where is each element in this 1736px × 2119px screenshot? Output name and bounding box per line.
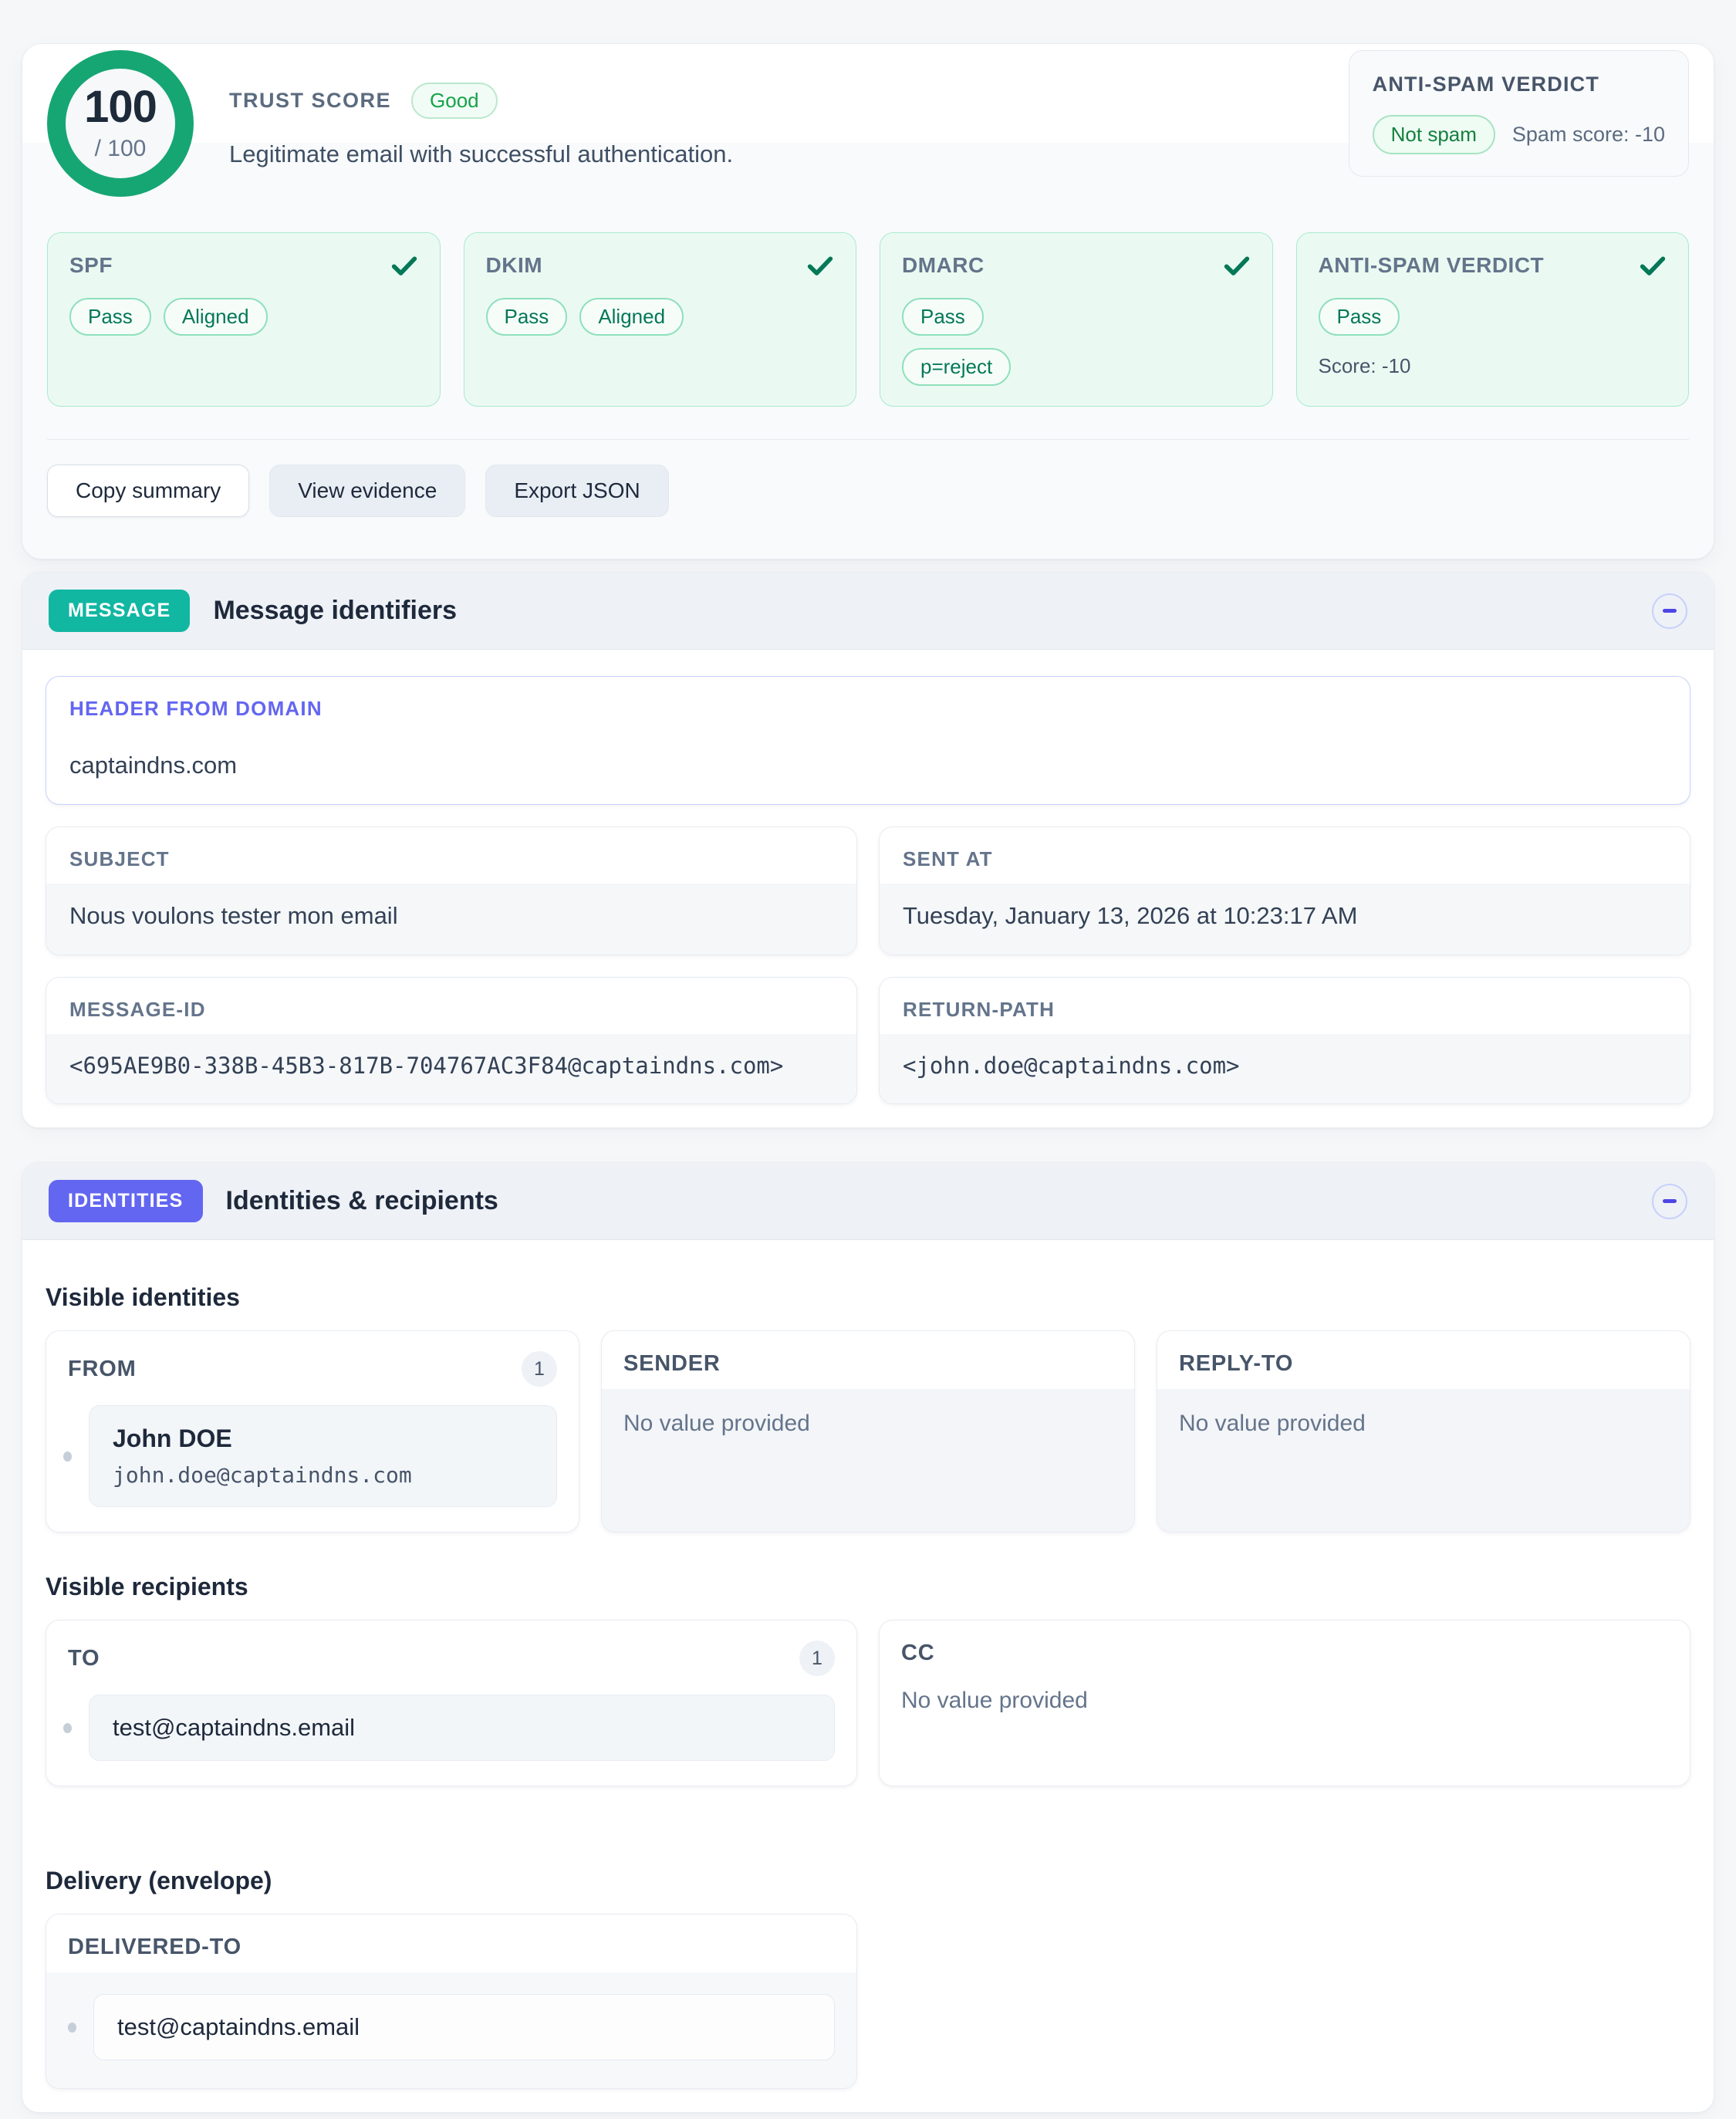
message-id-label: MESSAGE-ID <box>46 978 856 1034</box>
check-icon <box>805 250 836 281</box>
subject-value: Nous voulons tester mon email <box>46 884 856 955</box>
view-evidence-button[interactable]: View evidence <box>269 465 465 517</box>
message-id-value: <695AE9B0-338B-45B3-817B-704767AC3F84@ca… <box>46 1034 856 1103</box>
count-badge: 1 <box>522 1351 557 1387</box>
message-identifiers-section: MESSAGE Message identifiers HEADER FROM … <box>22 572 1714 1128</box>
spf-check-card: SPF Pass Aligned <box>47 232 441 407</box>
status-pill: p=reject <box>902 348 1011 386</box>
collapse-identities-section-button[interactable] <box>1652 1184 1687 1219</box>
cc-card: CC No value provided <box>879 1620 1690 1786</box>
return-path-value: <john.doe@captaindns.com> <box>880 1034 1690 1103</box>
divider <box>47 439 1689 440</box>
anti-spam-score-text: Score: -10 <box>1319 354 1667 378</box>
copy-summary-button[interactable]: Copy summary <box>47 465 249 517</box>
delivered-to-item: test@captaindns.email <box>46 1972 856 2088</box>
from-label: FROM <box>68 1357 137 1382</box>
status-pill: Aligned <box>164 298 268 336</box>
minus-icon <box>1663 1199 1677 1203</box>
delivered-to-address: test@captaindns.email <box>117 2013 811 2041</box>
identities-section-title: Identities & recipients <box>226 1186 498 1216</box>
return-path-label: RETURN-PATH <box>880 978 1690 1034</box>
header-from-domain-value: captaindns.com <box>46 733 1690 804</box>
dmarc-title: DMARC <box>902 253 1251 278</box>
from-card: FROM 1 John DOE john.doe@captaindns.com <box>46 1330 579 1533</box>
message-section-title: Message identifiers <box>213 596 457 626</box>
anti-spam-check-card: ANTI-SPAM VERDICT Pass Score: -10 <box>1296 232 1690 407</box>
minus-icon <box>1663 609 1677 613</box>
from-email: john.doe@captaindns.com <box>113 1462 533 1488</box>
trust-score-value: 100 <box>84 85 157 130</box>
anti-spam-label: ANTI-SPAM VERDICT <box>1373 73 1665 96</box>
spf-title: SPF <box>69 253 418 278</box>
dmarc-check-card: DMARC Pass p=reject <box>880 232 1273 407</box>
cc-empty-value: No value provided <box>880 1678 1690 1745</box>
collapse-message-section-button[interactable] <box>1652 593 1687 629</box>
sent-at-label: SENT AT <box>880 827 1690 884</box>
bullet-dot <box>63 1452 72 1462</box>
visible-identities-heading: Visible identities <box>46 1283 1690 1312</box>
check-icon <box>1637 250 1668 281</box>
trust-summary-card: 100 / 100 TRUST SCORE Good Legitimate em… <box>22 43 1714 559</box>
return-path-field: RETURN-PATH <john.doe@captaindns.com> <box>879 977 1690 1104</box>
sent-at-field: SENT AT Tuesday, January 13, 2026 at 10:… <box>879 826 1690 955</box>
summary-actions: Copy summary View evidence Export JSON <box>47 465 1689 517</box>
sender-label: SENDER <box>623 1351 721 1377</box>
dkim-check-card: DKIM Pass Aligned <box>464 232 857 407</box>
reply-to-card: REPLY-TO No value provided <box>1157 1330 1690 1533</box>
status-pill: Aligned <box>579 298 684 336</box>
count-badge: 1 <box>799 1641 835 1676</box>
to-item: test@captaindns.email <box>46 1688 856 1786</box>
anti-spam-verdict-box: ANTI-SPAM VERDICT Not spam Spam score: -… <box>1349 50 1689 177</box>
header-from-domain-field: HEADER FROM DOMAIN captaindns.com <box>46 676 1690 805</box>
check-icon <box>1221 250 1252 281</box>
trust-score-max: / 100 <box>95 136 147 162</box>
to-card: TO 1 test@captaindns.email <box>46 1620 857 1786</box>
subject-label: SUBJECT <box>46 827 856 884</box>
status-pill: Pass <box>69 298 151 336</box>
delivery-heading: Delivery (envelope) <box>46 1867 1690 1895</box>
reply-to-empty-value: No value provided <box>1157 1389 1690 1532</box>
export-json-button[interactable]: Export JSON <box>485 465 668 517</box>
reply-to-label: REPLY-TO <box>1179 1351 1293 1377</box>
spam-score-text: Spam score: -10 <box>1512 123 1665 147</box>
status-pill: Pass <box>1319 298 1400 336</box>
trust-score-label: TRUST SCORE <box>229 89 391 113</box>
bullet-dot <box>68 2023 76 2033</box>
anti-spam-title: ANTI-SPAM VERDICT <box>1319 253 1667 278</box>
sender-card: SENDER No value provided <box>601 1330 1135 1533</box>
trust-summary-header: 100 / 100 TRUST SCORE Good Legitimate em… <box>22 44 1714 197</box>
cc-label: CC <box>901 1641 935 1666</box>
message-id-field: MESSAGE-ID <695AE9B0-338B-45B3-817B-7047… <box>46 977 857 1104</box>
bullet-dot <box>63 1723 72 1733</box>
delivered-to-card: DELIVERED-TO test@captaindns.email <box>46 1914 857 2089</box>
to-address: test@captaindns.email <box>113 1714 811 1742</box>
sender-empty-value: No value provided <box>602 1389 1134 1532</box>
dkim-title: DKIM <box>486 253 835 278</box>
trust-verdict-badge: Good <box>411 83 498 119</box>
auth-checks-row: SPF Pass Aligned DKIM Pass Aligned <box>47 232 1689 407</box>
identities-section-header: IDENTITIES Identities & recipients <box>22 1163 1714 1240</box>
trust-description: Legitimate email with successful authent… <box>229 140 733 168</box>
identities-section-badge: IDENTITIES <box>49 1180 203 1222</box>
subject-field: SUBJECT Nous voulons tester mon email <box>46 826 857 955</box>
delivered-to-label: DELIVERED-TO <box>68 1935 241 1960</box>
to-label: TO <box>68 1646 100 1671</box>
sent-at-value: Tuesday, January 13, 2026 at 10:23:17 AM <box>880 884 1690 955</box>
status-pill: Pass <box>486 298 568 336</box>
from-name: John DOE <box>113 1424 533 1453</box>
check-icon <box>389 250 420 281</box>
email-analysis-page: 100 / 100 TRUST SCORE Good Legitimate em… <box>22 43 1714 2113</box>
not-spam-badge: Not spam <box>1373 115 1495 154</box>
identities-section: IDENTITIES Identities & recipients Visib… <box>22 1162 1714 2113</box>
header-from-domain-label: HEADER FROM DOMAIN <box>46 677 1690 733</box>
trust-score-ring: 100 / 100 <box>47 50 194 197</box>
visible-recipients-heading: Visible recipients <box>46 1573 1690 1601</box>
message-section-header: MESSAGE Message identifiers <box>22 573 1714 650</box>
message-section-badge: MESSAGE <box>49 590 190 632</box>
status-pill: Pass <box>902 298 984 336</box>
from-item: John DOE john.doe@captaindns.com <box>46 1399 579 1532</box>
